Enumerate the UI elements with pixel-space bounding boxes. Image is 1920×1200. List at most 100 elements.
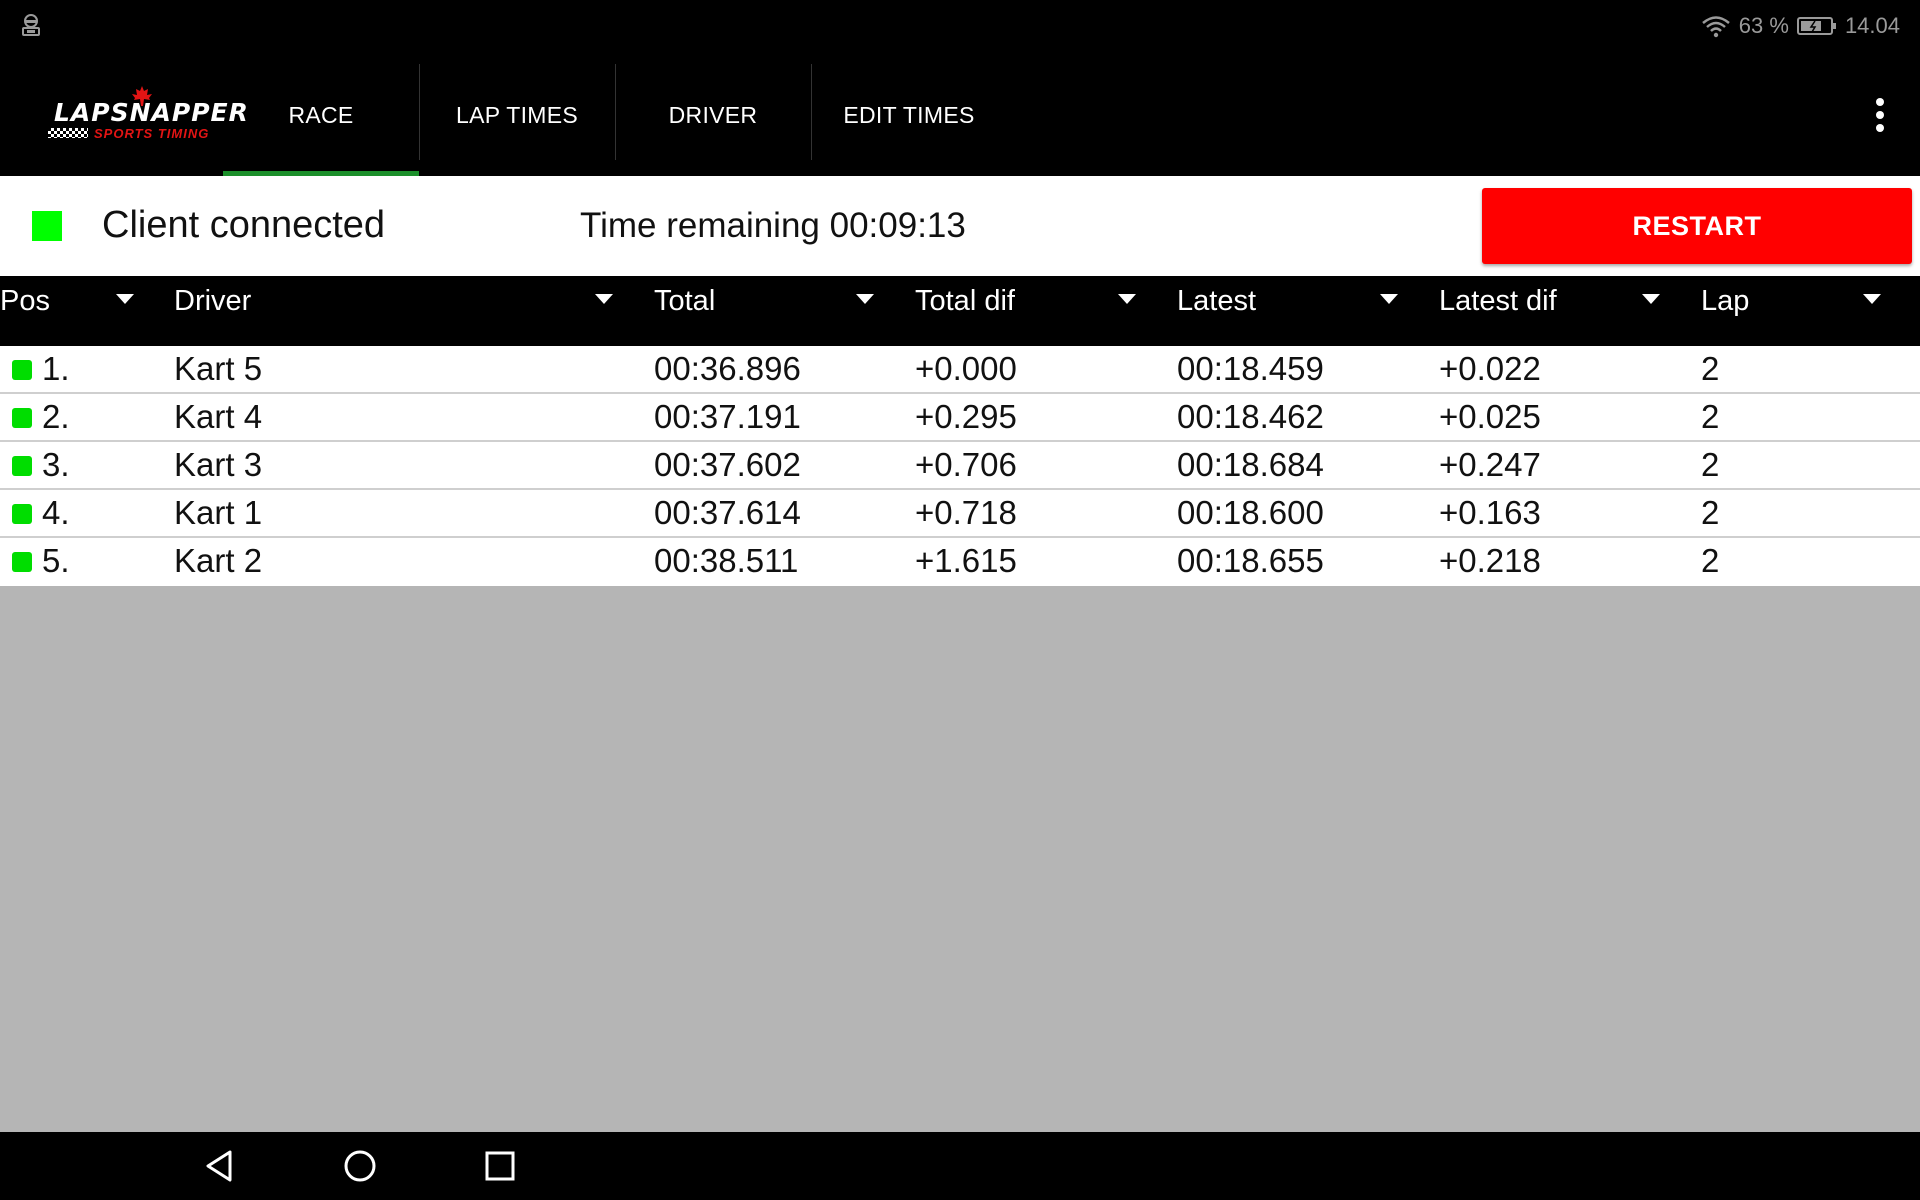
results-table: Pos Driver Total Total dif Latest Latest… <box>0 276 1920 586</box>
cell-driver: Kart 2 <box>174 542 263 579</box>
cell-latest: 00:18.600 <box>1177 494 1324 531</box>
column-header-label: Latest <box>1177 285 1256 317</box>
app-bar: LAPSNAPPER SPORTS TIMING RACE LAP TIMES … <box>0 54 1920 176</box>
tab-edit-times[interactable]: EDIT TIMES <box>811 54 1007 176</box>
cell-pos: 1. <box>42 350 70 387</box>
wifi-icon <box>1701 16 1730 38</box>
table-row[interactable]: 1. Kart 5 00:36.896 +0.000 00:18.459 +0.… <box>0 346 1920 394</box>
status-bar: 63 % 14.04 <box>0 0 1920 54</box>
battery-icon <box>1796 17 1836 35</box>
cell-pos: 3. <box>42 446 70 483</box>
tab-label: LAP TIMES <box>455 101 578 128</box>
cell-driver: Kart 5 <box>174 350 263 387</box>
more-vert-icon[interactable] <box>1870 94 1890 136</box>
cell-pos: 2. <box>42 398 70 435</box>
cell-latest-dif: +0.247 <box>1439 446 1541 483</box>
dropdown-arrow-icon <box>116 294 134 304</box>
column-header-label: Pos <box>0 285 50 317</box>
table-row[interactable]: 2. Kart 4 00:37.191 +0.295 00:18.462 +0.… <box>0 394 1920 442</box>
tab-label: RACE <box>288 101 354 128</box>
column-header-latest[interactable]: Latest <box>1177 276 1417 346</box>
cell-latest-dif: +0.163 <box>1439 494 1541 531</box>
tab-race[interactable]: RACE <box>223 54 419 176</box>
tab-lap-times[interactable]: LAP TIMES <box>419 54 615 176</box>
cell-total: 00:36.896 <box>654 350 801 387</box>
connection-status-indicator <box>32 211 62 241</box>
menu-dot <box>1876 124 1884 132</box>
home-icon[interactable] <box>340 1146 380 1186</box>
cell-lap: 2 <box>1701 398 1720 435</box>
cell-lap: 2 <box>1701 542 1720 579</box>
time-remaining: Time remaining 00:09:13 <box>580 206 966 245</box>
cell-total-dif: +0.718 <box>915 494 1017 531</box>
cell-driver: Kart 1 <box>174 494 263 531</box>
column-header-label: Lap <box>1701 285 1750 317</box>
cell-pos: 5. <box>42 542 70 579</box>
dropdown-arrow-icon <box>1118 294 1136 304</box>
cell-total-dif: +0.000 <box>915 350 1017 387</box>
row-status-indicator <box>12 408 32 428</box>
dropdown-arrow-icon <box>1863 294 1881 304</box>
row-status-indicator <box>12 456 32 476</box>
table-row[interactable]: 3. Kart 3 00:37.602 +0.706 00:18.684 +0.… <box>0 442 1920 490</box>
cell-latest: 00:18.459 <box>1177 350 1324 387</box>
cell-latest-dif: +0.025 <box>1439 398 1541 435</box>
system-nav-bar <box>0 1132 1920 1200</box>
row-status-indicator <box>12 504 32 524</box>
column-header-label: Driver <box>174 285 252 317</box>
cell-total: 00:37.614 <box>654 494 801 531</box>
cell-total: 00:37.191 <box>654 398 801 435</box>
cell-latest: 00:18.655 <box>1177 542 1324 579</box>
table-body: 1. Kart 5 00:36.896 +0.000 00:18.459 +0.… <box>0 346 1920 586</box>
column-header-lap[interactable]: Lap <box>1701 276 1901 346</box>
dropdown-arrow-icon <box>856 294 874 304</box>
table-header: Pos Driver Total Total dif Latest Latest… <box>0 276 1920 346</box>
column-header-latest-dif[interactable]: Latest dif <box>1439 276 1679 346</box>
cell-total-dif: +1.615 <box>915 542 1017 579</box>
column-header-total-dif[interactable]: Total dif <box>915 276 1155 346</box>
back-icon[interactable] <box>200 1146 240 1186</box>
connection-status-text: Client connected <box>102 204 386 246</box>
cell-latest-dif: +0.218 <box>1439 542 1541 579</box>
cell-latest-dif: +0.022 <box>1439 350 1541 387</box>
logo-tagline: SPORTS TIMING <box>94 126 210 141</box>
cell-lap: 2 <box>1701 494 1720 531</box>
restart-button[interactable]: RESTART <box>1482 188 1912 264</box>
battery-percent: 63 % <box>1738 13 1789 38</box>
column-header-label: Total <box>654 285 716 317</box>
column-header-total[interactable]: Total <box>654 276 894 346</box>
tab-label: EDIT TIMES <box>843 101 975 128</box>
column-header-label: Latest dif <box>1439 285 1557 317</box>
dropdown-arrow-icon <box>595 294 613 304</box>
column-header-driver[interactable]: Driver <box>174 276 624 346</box>
cell-lap: 2 <box>1701 446 1720 483</box>
cell-total: 00:38.511 <box>654 542 799 579</box>
menu-dot <box>1876 111 1884 119</box>
cell-driver: Kart 3 <box>174 446 263 483</box>
tab-label: DRIVER <box>668 101 758 128</box>
cell-total-dif: +0.295 <box>915 398 1017 435</box>
row-status-indicator <box>12 360 32 380</box>
cell-total-dif: +0.706 <box>915 446 1017 483</box>
info-bar: Client connected Time remaining 00:09:13… <box>0 176 1920 276</box>
checkered-flag-icon <box>48 128 88 138</box>
recents-icon[interactable] <box>480 1146 520 1186</box>
column-header-pos[interactable]: Pos <box>0 276 140 346</box>
notification-icon <box>22 14 40 36</box>
table-row[interactable]: 4. Kart 1 00:37.614 +0.718 00:18.600 +0.… <box>0 490 1920 538</box>
table-row[interactable]: 5. Kart 2 00:38.511 +1.615 00:18.655 +0.… <box>0 538 1920 586</box>
menu-dot <box>1876 98 1884 106</box>
clock: 14.04 <box>1844 13 1900 38</box>
cell-driver: Kart 4 <box>174 398 263 435</box>
dropdown-arrow-icon <box>1380 294 1398 304</box>
cell-pos: 4. <box>42 494 70 531</box>
tab-bar: RACE LAP TIMES DRIVER EDIT TIMES <box>223 54 1007 176</box>
logo-name: LAPSNAPPER <box>54 98 249 127</box>
cell-total: 00:37.602 <box>654 446 801 483</box>
row-status-indicator <box>12 552 32 572</box>
cell-lap: 2 <box>1701 350 1720 387</box>
dropdown-arrow-icon <box>1642 294 1660 304</box>
cell-latest: 00:18.462 <box>1177 398 1324 435</box>
lapsnapper-logo: LAPSNAPPER SPORTS TIMING <box>46 86 248 144</box>
tab-driver[interactable]: DRIVER <box>615 54 811 176</box>
